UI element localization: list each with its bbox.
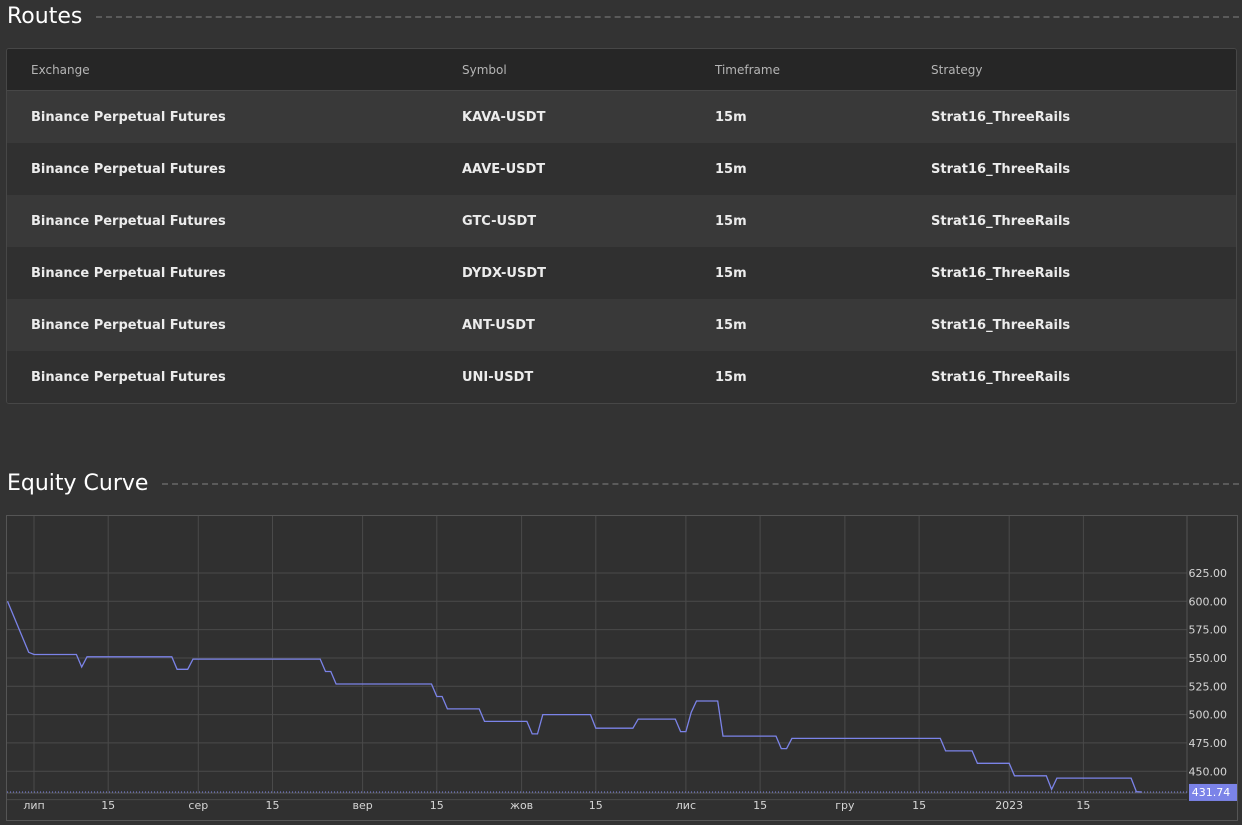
cell-strategy: Strat16_ThreeRails: [931, 109, 1071, 125]
table-row[interactable]: Binance Perpetual Futures GTC-USDT 15m S…: [7, 195, 1236, 247]
y-tick-label: 550.00: [1189, 652, 1228, 665]
cell-timeframe: 15m: [715, 213, 747, 229]
x-tick-label: 15: [430, 799, 444, 812]
cell-strategy: Strat16_ThreeRails: [931, 265, 1071, 281]
x-tick-label: жов: [510, 799, 533, 812]
equity-chart[interactable]: 625.00 600.00 575.00 550.00 525.00 500.00 475.…: [6, 515, 1238, 821]
cell-symbol: GTC-USDT: [462, 213, 537, 229]
x-tick-label: 15: [266, 799, 280, 812]
equity-section-header: Equity Curve: [7, 471, 1239, 496]
cell-exchange: Binance Perpetual Futures: [31, 109, 226, 125]
cell-timeframe: 15m: [715, 317, 747, 333]
y-tick-label: 625.00: [1189, 567, 1228, 580]
cell-symbol: UNI-USDT: [462, 369, 534, 385]
cell-symbol: DYDX-USDT: [462, 265, 546, 281]
equity-title: Equity Curve: [7, 471, 149, 496]
cell-timeframe: 15m: [715, 109, 747, 125]
cell-strategy: Strat16_ThreeRails: [931, 213, 1071, 229]
y-tick-label: 475.00: [1189, 737, 1228, 750]
y-tick-label: 525.00: [1189, 680, 1228, 693]
x-tick-label: 15: [101, 799, 115, 812]
cell-strategy: Strat16_ThreeRails: [931, 317, 1071, 333]
chart-background: [7, 516, 1237, 820]
equity-chart-svg[interactable]: 625.00 600.00 575.00 550.00 525.00 500.00 475.…: [7, 516, 1237, 820]
cell-strategy: Strat16_ThreeRails: [931, 161, 1071, 177]
x-tick-label: 15: [589, 799, 603, 812]
cell-exchange: Binance Perpetual Futures: [31, 161, 226, 177]
routes-table: Exchange Symbol Timeframe Strategy Binan…: [6, 48, 1237, 404]
cell-timeframe: 15m: [715, 265, 747, 281]
x-tick-label: лип: [23, 799, 44, 812]
section-divider: [96, 15, 1239, 18]
routes-table-body: Binance Perpetual Futures KAVA-USDT 15m …: [7, 91, 1236, 403]
section-divider: [162, 482, 1239, 485]
y-tick-label: 450.00: [1189, 765, 1228, 778]
column-header-strategy[interactable]: Strategy: [931, 63, 982, 77]
x-tick-label: 15: [912, 799, 926, 812]
table-row[interactable]: Binance Perpetual Futures ANT-USDT 15m S…: [7, 299, 1236, 351]
cell-exchange: Binance Perpetual Futures: [31, 213, 226, 229]
table-row[interactable]: Binance Perpetual Futures DYDX-USDT 15m …: [7, 247, 1236, 299]
routes-table-header: Exchange Symbol Timeframe Strategy: [7, 49, 1236, 91]
y-tick-label: 600.00: [1189, 595, 1228, 608]
cell-symbol: KAVA-USDT: [462, 109, 546, 125]
cell-exchange: Binance Perpetual Futures: [31, 317, 226, 333]
routes-section-header: Routes: [7, 4, 1239, 29]
cell-symbol: ANT-USDT: [462, 317, 535, 333]
cell-timeframe: 15m: [715, 369, 747, 385]
cell-exchange: Binance Perpetual Futures: [31, 265, 226, 281]
x-tick-label: 15: [1076, 799, 1090, 812]
table-row[interactable]: Binance Perpetual Futures KAVA-USDT 15m …: [7, 91, 1236, 143]
last-value-label: 431.74: [1192, 786, 1231, 799]
cell-timeframe: 15m: [715, 161, 747, 177]
cell-strategy: Strat16_ThreeRails: [931, 369, 1071, 385]
table-row[interactable]: Binance Perpetual Futures UNI-USDT 15m S…: [7, 351, 1236, 403]
column-header-exchange[interactable]: Exchange: [31, 63, 90, 77]
y-tick-label: 575.00: [1189, 624, 1228, 637]
x-tick-label: 15: [753, 799, 767, 812]
cell-exchange: Binance Perpetual Futures: [31, 369, 226, 385]
routes-title: Routes: [7, 4, 83, 29]
x-tick-label: гру: [835, 799, 855, 812]
table-row[interactable]: Binance Perpetual Futures AAVE-USDT 15m …: [7, 143, 1236, 195]
y-tick-label: 500.00: [1189, 709, 1228, 722]
cell-symbol: AAVE-USDT: [462, 161, 546, 177]
column-header-timeframe[interactable]: Timeframe: [715, 63, 780, 77]
x-tick-label: лис: [676, 799, 696, 812]
x-tick-label: вер: [352, 799, 372, 812]
x-tick-label: 2023: [995, 799, 1023, 812]
x-tick-label: сер: [188, 799, 208, 812]
column-header-symbol[interactable]: Symbol: [462, 63, 507, 77]
